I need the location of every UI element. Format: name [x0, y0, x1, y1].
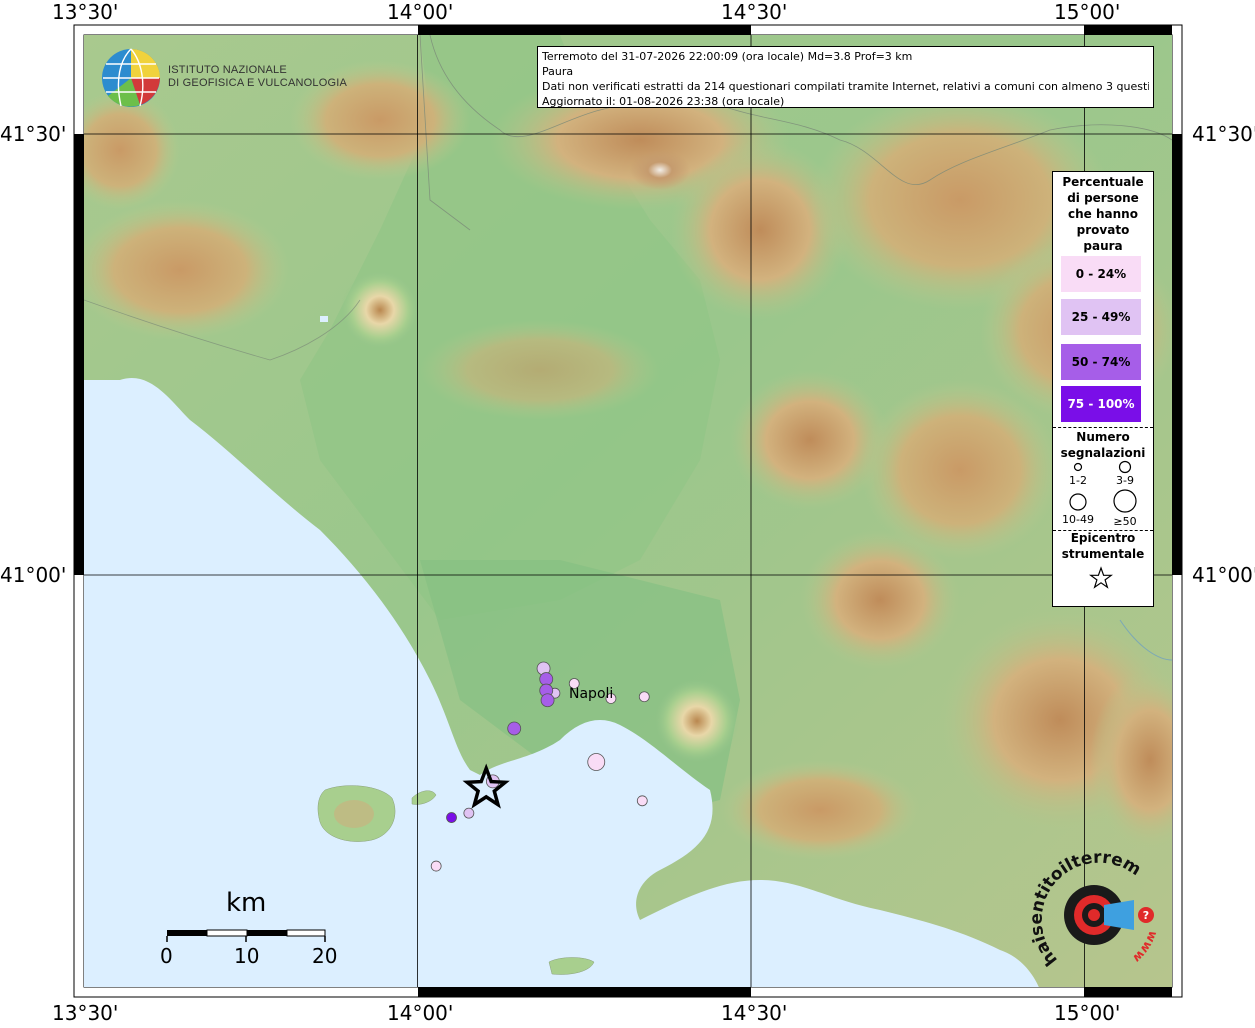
scale-tick-20: 20 [312, 944, 338, 968]
size-symbol-1 [1073, 462, 1083, 472]
size-label-4: ≥50 [1113, 515, 1137, 528]
size-symbol-4 [1113, 489, 1137, 513]
scale-unit: km [226, 888, 267, 918]
institute-name-line1: ISTITUTO NAZIONALE [168, 64, 287, 76]
report-point [463, 807, 475, 819]
lon-label-bottom-2: 14°00' [387, 1001, 454, 1025]
legend-title-line: Percentuale [1062, 175, 1144, 189]
legend-class-1: 25 - 49% [1061, 299, 1141, 335]
scale-tick-0: 0 [160, 944, 173, 968]
legend: Percentuale di persone che hanno provato… [1052, 171, 1154, 607]
event-info-line1: Terremoto del 31-07-2026 22:00:09 (ora l… [542, 50, 913, 63]
event-info-line4: Aggiornato il: 01-08-2026 23:38 (ora loc… [542, 95, 785, 108]
lat-label-left-1: 41°30' [0, 122, 67, 146]
legend-epicenter-title-line: strumentale [1061, 547, 1145, 561]
lon-label-bottom-1: 13°30' [52, 1001, 119, 1025]
institute-name-line2: DI GEOFISICA E VULCANOLOGIA [168, 77, 347, 89]
legend-epicenter-title-line: Epicentro [1070, 531, 1136, 545]
legend-title-line: provato [1076, 223, 1130, 237]
report-point [539, 672, 554, 686]
lon-label-top-3: 14°30' [721, 0, 788, 24]
legend-count-title-line: Numero [1076, 430, 1130, 444]
event-info-line3: Dati non verificati estratti da 214 ques… [542, 80, 1149, 93]
size-label-2: 3-9 [1116, 474, 1134, 487]
legend-class-3: 75 - 100% [1061, 386, 1141, 422]
svg-text:?: ? [1143, 909, 1149, 922]
map-figure: ? haisentitoilterremoto.it www 13°30' 14… [0, 0, 1255, 1025]
event-info-box: Terremoto del 31-07-2026 22:00:09 (ora l… [537, 46, 1154, 108]
report-point [638, 691, 650, 703]
terrain [84, 35, 1172, 987]
lon-label-top-4: 15°00' [1054, 0, 1121, 24]
lon-label-bottom-3: 14°30' [721, 1001, 788, 1025]
lake [320, 316, 328, 322]
report-point [636, 795, 648, 807]
size-symbol-2 [1118, 460, 1132, 474]
lon-label-top-2: 14°00' [387, 0, 454, 24]
lon-label-bottom-4: 15°00' [1054, 1001, 1121, 1025]
report-point [540, 693, 555, 708]
legend-title-line: paura [1083, 239, 1123, 253]
size-symbol-3 [1069, 493, 1087, 511]
legend-class-2: 50 - 74% [1061, 344, 1141, 380]
size-label-1: 1-2 [1069, 474, 1087, 487]
report-point [587, 753, 606, 771]
mountains-lattari [720, 760, 920, 860]
mountains-west [84, 200, 290, 340]
legend-epicenter-title: Epicentro strumentale [1053, 530, 1153, 562]
legend-size-symbols [1069, 460, 1137, 513]
scale-tick-10: 10 [234, 944, 260, 968]
report-point [430, 860, 442, 872]
legend-title: Percentuale di persone che hanno provato… [1053, 174, 1153, 254]
legend-count-title: Numero segnalazioni [1053, 429, 1153, 461]
place-label-napoli: Napoli [569, 686, 614, 702]
institute-name: ISTITUTO NAZIONALE DI GEOFISICA E VULCAN… [168, 64, 347, 90]
legend-star-icon [1089, 566, 1113, 589]
summit [630, 150, 690, 190]
lat-label-left-2: 41°00' [0, 563, 67, 587]
size-label-3: 10-49 [1062, 513, 1094, 526]
lon-label-top-1: 13°30' [52, 0, 119, 24]
vesuvius [655, 679, 739, 763]
legend-title-line: che hanno [1068, 207, 1138, 221]
legend-title-line: di persone [1067, 191, 1139, 205]
lat-label-right-2: 41°00' [1192, 563, 1255, 587]
legend-class-0: 0 - 24% [1061, 256, 1141, 292]
ingv-logo [102, 48, 160, 107]
report-point [446, 812, 457, 823]
event-info-line2: Paura [542, 65, 574, 78]
legend-divider [1053, 427, 1153, 428]
lat-label-right-1: 41°30' [1192, 122, 1255, 146]
report-point [507, 721, 522, 736]
